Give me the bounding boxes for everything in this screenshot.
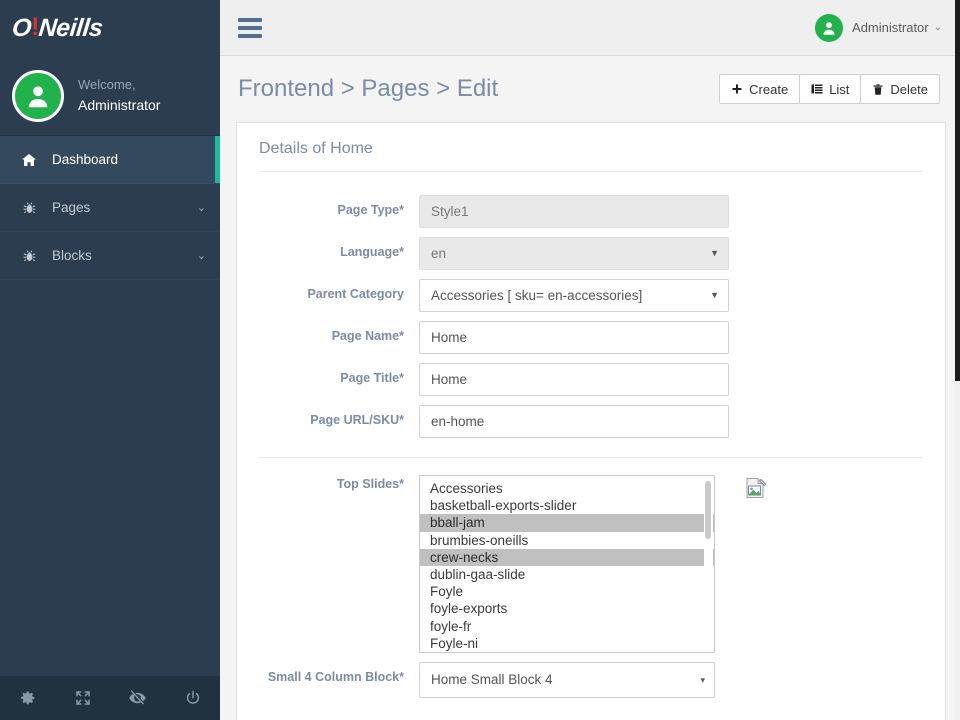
- chevron-down-icon: ⌄: [934, 22, 942, 33]
- page-url-sku-input[interactable]: en-home: [419, 405, 729, 438]
- page-type-input[interactable]: Style1: [419, 195, 729, 228]
- chevron-down-icon: ▾: [700, 663, 705, 697]
- form-row-top-slides: Top Slides* Accessories basketball-expor…: [237, 475, 945, 653]
- breadcrumb: Frontend > Pages > Edit: [238, 75, 498, 103]
- user-icon: [23, 81, 53, 111]
- list-item[interactable]: Foyle: [420, 583, 714, 600]
- field-label: Page Title*: [237, 363, 419, 386]
- topbar: Administrator ⌄: [220, 0, 960, 56]
- page-header: Frontend > Pages > Edit Create: [220, 56, 960, 122]
- chevron-down-icon: ⌄: [197, 201, 206, 214]
- sidebar-item-pages[interactable]: Pages ⌄: [0, 184, 220, 232]
- chevron-down-icon: ⌄: [197, 249, 206, 262]
- list-item[interactable]: Accessories: [420, 480, 714, 497]
- sidebar-item-label: Pages: [52, 200, 197, 215]
- chevron-down-icon: ▼: [710, 238, 719, 269]
- field-label: Small 4 Column Block*: [237, 662, 419, 685]
- welcome-username: Administrator: [78, 95, 160, 115]
- form-row-small-4-column-block: Small 4 Column Block* Home Small Block 4…: [237, 662, 945, 698]
- gear-icon[interactable]: [0, 689, 55, 707]
- sidebar-item-label: Dashboard: [52, 152, 206, 167]
- form-divider: [259, 457, 923, 458]
- top-slides-listbox[interactable]: Accessories basketball-exports-slider bb…: [419, 475, 715, 653]
- page-scrollbar-thumb[interactable]: [955, 0, 960, 381]
- field-label: Page Type*: [237, 195, 419, 218]
- listbox-scrollbar[interactable]: [704, 477, 713, 653]
- list-item[interactable]: crew-necks: [420, 549, 714, 566]
- sidebar-footer: [0, 676, 220, 720]
- plus-icon: [731, 83, 743, 95]
- list-button[interactable]: List: [799, 74, 861, 104]
- field-label: Top Slides*: [237, 475, 419, 492]
- form-row-parent-category: Parent Category Accessories [ sku= en-ac…: [237, 279, 945, 312]
- user-icon: [820, 19, 838, 37]
- home-icon: [18, 152, 40, 168]
- user-menu-label: Administrator: [852, 20, 929, 35]
- main-area: Administrator ⌄ Frontend > Pages > Edit …: [220, 0, 960, 720]
- form-row-language: Language* en ▼: [237, 237, 945, 270]
- broken-image-icon: [745, 477, 767, 499]
- avatar: [12, 70, 64, 122]
- avatar: [815, 14, 843, 42]
- welcome-greeting: Welcome,: [78, 76, 160, 95]
- card-title: Details of Home: [237, 123, 945, 171]
- field-label: Language*: [237, 237, 419, 260]
- bug-icon: [18, 248, 40, 264]
- list-item[interactable]: Foyle-ni: [420, 635, 714, 652]
- hamburger-bar: [238, 26, 262, 30]
- language-select[interactable]: en ▼: [419, 237, 729, 270]
- list-item[interactable]: dublin-gaa-slide: [420, 566, 714, 583]
- field-label: Page URL/SKU*: [237, 405, 419, 428]
- page-name-input[interactable]: Home: [419, 321, 729, 354]
- user-menu[interactable]: Administrator ⌄: [815, 14, 942, 42]
- admin-page: O!Neills Welcome, Administrator Dashboar…: [0, 0, 960, 720]
- brand-logo[interactable]: O!Neills: [0, 0, 220, 56]
- form-row-page-title: Page Title* Home: [237, 363, 945, 396]
- small-4-column-block-value: Home Small Block 4: [431, 672, 553, 687]
- sidebar-item-dashboard[interactable]: Dashboard: [0, 136, 220, 184]
- brand-logo-text: O!Neills: [10, 14, 104, 43]
- sidebar-item-label: Blocks: [52, 248, 197, 263]
- hamburger-bar: [238, 34, 262, 38]
- language-select-value: en: [431, 246, 446, 261]
- edit-form: Page Type* Style1 Language* en ▼: [237, 172, 945, 698]
- details-card: Details of Home Page Type* Style1 Langua…: [236, 122, 946, 720]
- bug-icon: [18, 200, 40, 216]
- eye-slash-icon[interactable]: [110, 689, 165, 707]
- welcome-block: Welcome, Administrator: [78, 76, 160, 115]
- parent-category-select[interactable]: Accessories [ sku= en-accessories] ▼: [419, 279, 729, 312]
- list-item[interactable]: basketball-exports-slider: [420, 497, 714, 514]
- sidebar-item-blocks[interactable]: Blocks ⌄: [0, 232, 220, 280]
- list-icon: [811, 83, 823, 95]
- list-item[interactable]: bball-jam: [420, 514, 714, 531]
- sidebar-profile: Welcome, Administrator: [0, 56, 220, 136]
- chevron-down-icon: ▼: [710, 280, 719, 311]
- trash-icon: [872, 83, 884, 96]
- power-icon[interactable]: [165, 689, 220, 707]
- small-4-column-block-select[interactable]: Home Small Block 4 ▾: [419, 662, 715, 698]
- form-row-page-name: Page Name* Home: [237, 321, 945, 354]
- create-button[interactable]: Create: [719, 74, 800, 104]
- form-row-page-url-sku: Page URL/SKU* en-home: [237, 405, 945, 438]
- list-item[interactable]: brumbies-oneills: [420, 532, 714, 549]
- create-button-label: Create: [749, 82, 788, 97]
- field-label: Page Name*: [237, 321, 419, 344]
- listbox-scrollbar-thumb[interactable]: [705, 481, 711, 539]
- parent-category-select-value: Accessories [ sku= en-accessories]: [431, 288, 642, 303]
- expand-icon[interactable]: [55, 689, 110, 707]
- hamburger-icon[interactable]: [238, 14, 262, 42]
- page-title-input[interactable]: Home: [419, 363, 729, 396]
- brand-logo-dot: !: [31, 13, 39, 42]
- list-button-label: List: [829, 82, 849, 97]
- sidebar: O!Neills Welcome, Administrator Dashboar…: [0, 0, 220, 720]
- hamburger-bar: [238, 18, 262, 22]
- form-row-page-type: Page Type* Style1: [237, 195, 945, 228]
- action-button-group: Create List: [719, 74, 940, 104]
- list-item[interactable]: foyle-exports: [420, 600, 714, 617]
- delete-button-label: Delete: [890, 82, 928, 97]
- delete-button[interactable]: Delete: [860, 74, 940, 104]
- field-label: Parent Category: [237, 279, 419, 302]
- list-item[interactable]: foyle-fr: [420, 618, 714, 635]
- page-scrollbar[interactable]: [955, 0, 960, 720]
